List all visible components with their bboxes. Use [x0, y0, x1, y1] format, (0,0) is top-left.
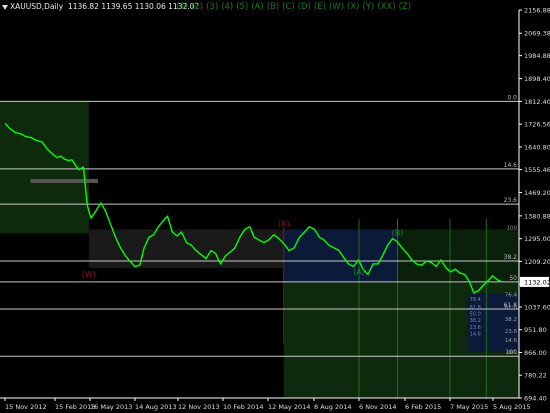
- y-tick-label: 1984.88: [524, 52, 550, 60]
- wave-label-button[interactable]: (1): [176, 2, 188, 12]
- wave-label-button[interactable]: (5): [236, 2, 248, 12]
- wave-label-button[interactable]: (Z): [399, 2, 411, 12]
- zone-tick: 23.6: [505, 329, 518, 335]
- y-tick-label: 866.00: [524, 349, 547, 357]
- x-tick-label: 8 Aug 2014: [314, 403, 352, 411]
- mini-fib-tick: 38.2: [470, 318, 481, 324]
- wave-label-button[interactable]: (B): [267, 2, 279, 12]
- zone-rect: [283, 229, 398, 283]
- fib-label: 23.6: [504, 197, 518, 204]
- zones: [0, 101, 519, 398]
- zone-tick: 76.4: [505, 292, 518, 298]
- symbol-header: XAUUSD,Daily 1136.82 1139.65 1130.06 113…: [2, 1, 199, 13]
- y-tick-label: 1469.20: [524, 189, 550, 197]
- dropdown-triangle-icon[interactable]: [2, 4, 8, 10]
- wave-annotation: (A): [353, 267, 365, 276]
- zone-rect: [0, 101, 89, 234]
- x-tick-label: 15 Nov 2012: [5, 403, 47, 411]
- mini-fib-tick: 23.6: [470, 325, 481, 331]
- wave-label-button[interactable]: (A): [251, 2, 263, 12]
- y-tick-label: 1037.60: [524, 303, 550, 311]
- resistance-bar: [30, 178, 98, 183]
- mini-fib-tick: 14.6: [470, 331, 481, 337]
- y-tick-label: 2156.88: [524, 7, 550, 15]
- y-tick-label: 1295.00: [524, 235, 550, 243]
- wave-label-button[interactable]: (X): [347, 2, 359, 12]
- x-tick-label: 12 Nov 2013: [178, 403, 220, 411]
- zone-tick: 38.2: [505, 317, 517, 323]
- zone-rect: [397, 229, 519, 283]
- x-tick-label: 16 May 2013: [90, 403, 132, 411]
- mini-fib-tick: 76.4: [470, 297, 481, 303]
- wave-annotation: (W): [82, 270, 96, 279]
- y-tick-label: 1812.40: [524, 98, 550, 106]
- symbol-label: XAUUSD,Daily: [10, 2, 64, 11]
- mini-fib-tick: 61.8: [470, 305, 481, 311]
- current-price-label: 1132.02: [524, 278, 550, 286]
- x-tick-label: 10 Feb 2014: [223, 403, 263, 411]
- x-tick-label: 12 May 2014: [268, 403, 310, 411]
- price-chart: 0.014.623.638.25061.810010076.461.838.22…: [0, 7, 550, 411]
- wave-label-button[interactable]: (Y): [362, 2, 374, 12]
- wave-label-button[interactable]: (D): [298, 2, 311, 12]
- zone-tick: 61.8: [505, 305, 518, 311]
- wave-label-toolbar: (1) (2) (3) (4) (5) (A) (B) (C) (D) (E) (W) (X) (Y)(…: [176, 1, 414, 13]
- y-tick-label: 1555.46: [524, 166, 550, 174]
- x-tick-label: 7 May 2015: [450, 403, 488, 411]
- fib-label: 38.2: [504, 254, 518, 261]
- wave-label-button[interactable]: (C): [282, 2, 295, 12]
- y-tick-label: 1726.56: [524, 121, 550, 129]
- x-tick-label: 6 Feb 2015: [405, 403, 441, 411]
- wave-label-button[interactable]: (XX): [377, 2, 395, 12]
- wave-label-button[interactable]: (4): [221, 2, 233, 12]
- zone-rect: [88, 229, 284, 268]
- y-tick-label: 1898.40: [524, 75, 550, 83]
- wave-annotation: (X): [278, 220, 290, 229]
- y-tick-label: 951.80: [524, 326, 547, 334]
- zone-tick: 0.0: [508, 350, 517, 356]
- y-tick-label: 780.22: [524, 372, 547, 380]
- fib-label: 0.0: [507, 94, 517, 101]
- x-tick-label: 6 Nov 2014: [359, 403, 397, 411]
- zone-tick: 100: [507, 225, 518, 231]
- wave-label-button[interactable]: (E): [314, 2, 326, 12]
- wave-label-button[interactable]: (2): [191, 2, 203, 12]
- x-tick-label: 5 Aug 2015: [493, 403, 531, 411]
- y-tick-label: 2069.38: [524, 30, 550, 38]
- wave-annotation: (B): [392, 229, 404, 238]
- wave-label-button[interactable]: (W): [329, 2, 344, 12]
- y-tick-label: 1380.88: [524, 212, 550, 220]
- wave-label-button[interactable]: (3): [206, 2, 218, 12]
- x-tick-label: 14 Aug 2013: [135, 403, 177, 411]
- fib-label: 14.6: [504, 162, 518, 169]
- mini-fib-tick: 50.0: [470, 312, 481, 318]
- y-tick-label: 1640.80: [524, 143, 550, 151]
- zone-tick: 14.6: [505, 338, 518, 344]
- fib-label: 50: [509, 275, 517, 282]
- y-tick-label: 694.40: [524, 395, 547, 403]
- y-tick-label: 1209.20: [524, 258, 550, 266]
